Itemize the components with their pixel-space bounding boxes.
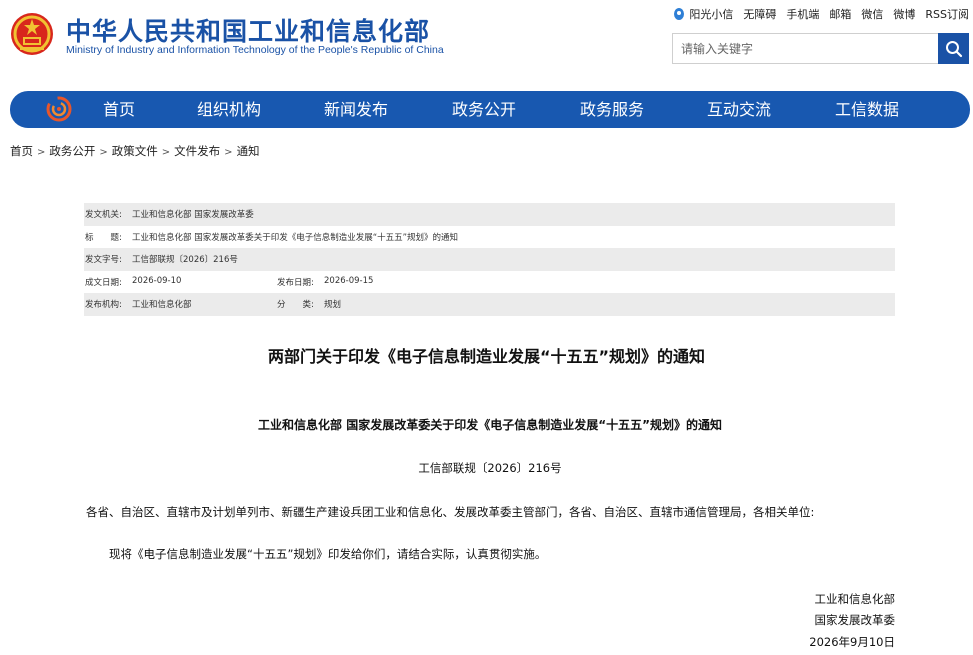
meta-label: 发布机构: — [85, 300, 122, 311]
meta-label: 成文日期: — [85, 277, 122, 288]
meta-value: 2026-09-15 — [324, 275, 374, 286]
top-link-sunshine[interactable]: 阳光小信 — [673, 6, 733, 22]
nav-item-organization[interactable]: 组织机构 — [197, 91, 261, 128]
meta-value: 工业和信息化部 国家发展改革委 — [132, 210, 254, 221]
top-links: 阳光小信 无障碍 手机端 邮箱 微信 微博 RSS订阅 — [663, 6, 969, 22]
meta-row-issuer: 发文机关: 工业和信息化部 国家发展改革委 — [84, 203, 895, 226]
meta-row-dates: 成文日期: 2026-09-10 发布日期: 2026-09-15 — [84, 271, 895, 294]
breadcrumb-separator: > — [161, 147, 171, 158]
top-link-wechat[interactable]: 微信 — [861, 6, 883, 22]
signature-ndrc: 国家发展改革委 — [814, 613, 896, 627]
meta-label: 发布日期: — [277, 277, 314, 288]
site-header: 中华人民共和国工业和信息化部 Ministry of Industry and … — [0, 0, 973, 82]
breadcrumb-separator: > — [37, 147, 46, 158]
document-number: 工信部联规〔2026〕216号 — [418, 461, 562, 475]
search-button[interactable] — [938, 33, 969, 64]
meta-value: 工信部联规〔2026〕216号 — [132, 255, 238, 266]
ministry-logo-icon — [46, 96, 72, 122]
nav-item-interaction[interactable]: 互动交流 — [707, 91, 771, 128]
meta-row-doc-no: 发文字号: 工信部联规〔2026〕216号 — [84, 248, 895, 271]
meta-cell: 发布日期: 2026-09-15 — [277, 276, 373, 288]
site-title[interactable]: 中华人民共和国工业和信息化部 — [66, 12, 430, 48]
top-link-mobile[interactable]: 手机端 — [786, 6, 819, 22]
main-nav: 首页 组织机构 新闻发布 政务公开 政务服务 互动交流 工信数据 — [10, 91, 970, 128]
article-title: 两部门关于印发《电子信息制造业发展“十五五”规划》的通知 — [267, 347, 706, 366]
breadcrumb-separator: > — [99, 147, 108, 158]
breadcrumb-item-affairs[interactable]: 政务公开 — [49, 144, 95, 158]
national-emblem-icon — [11, 13, 53, 55]
breadcrumb-separator: > — [224, 147, 233, 158]
meta-cell: 发布机构: 工业和信息化部 — [85, 298, 277, 310]
signature-ministry: 工业和信息化部 — [814, 592, 896, 606]
breadcrumb-item-home[interactable]: 首页 — [10, 144, 33, 158]
breadcrumb-item-notice[interactable]: 通知 — [237, 144, 260, 158]
meta-value: 工业和信息化部 国家发展改革委关于印发《电子信息制造业发展“十五五”规划》的通知 — [132, 232, 459, 243]
site-subtitle: Ministry of Industry and Information Tec… — [66, 44, 444, 56]
meta-row-title: 标 题: 工业和信息化部 国家发展改革委关于印发《电子信息制造业发展“十五五”规… — [84, 226, 895, 249]
top-link-accessibility[interactable]: 无障碍 — [743, 6, 776, 22]
nav-item-news[interactable]: 新闻发布 — [324, 91, 388, 128]
top-link-label: 阳光小信 — [689, 8, 734, 21]
nav-item-government-affairs[interactable]: 政务公开 — [452, 91, 516, 128]
document-meta-table: 发文机关: 工业和信息化部 国家发展改革委 标 题: 工业和信息化部 国家发展改… — [84, 203, 895, 316]
search-input[interactable] — [673, 34, 933, 63]
nav-item-home[interactable]: 首页 — [103, 91, 135, 128]
meta-value: 工业和信息化部 — [132, 300, 192, 311]
addressee-paragraph: 各省、自治区、直辖市及计划单列市、新疆生产建设兵团工业和信息化、发展改革委主管部… — [86, 505, 815, 519]
meta-cell: 成文日期: 2026-09-10 — [85, 276, 277, 288]
search-box — [672, 33, 969, 64]
meta-label: 标 题: — [85, 232, 122, 243]
document-heading: 工业和信息化部 国家发展改革委关于印发《电子信息制造业发展“十五五”规划》的通知 — [258, 418, 722, 432]
meta-label: 发文机关: — [85, 210, 122, 221]
sunshine-icon — [674, 8, 685, 20]
breadcrumb-item-policy[interactable]: 政策文件 — [112, 144, 158, 158]
meta-row-agency: 发布机构: 工业和信息化部 分 类: 规划 — [84, 293, 895, 316]
top-link-rss[interactable]: RSS订阅 — [925, 6, 969, 22]
meta-label: 发文字号: — [85, 255, 122, 266]
top-link-mail[interactable]: 邮箱 — [829, 6, 851, 22]
meta-value: 规划 — [324, 300, 342, 311]
meta-cell: 分 类: 规划 — [277, 298, 341, 310]
breadcrumb-item-documents[interactable]: 文件发布 — [174, 144, 220, 158]
meta-value: 2026-09-10 — [132, 275, 182, 286]
breadcrumb: 首页 > 政务公开 > 政策文件 > 文件发布 > 通知 — [10, 143, 260, 159]
search-icon — [945, 40, 962, 57]
signature-date: 2026年9月10日 — [809, 635, 895, 649]
top-link-weibo[interactable]: 微博 — [893, 6, 915, 22]
nav-item-data[interactable]: 工信数据 — [835, 91, 899, 128]
nav-item-government-services[interactable]: 政务服务 — [580, 91, 644, 128]
meta-label: 分 类: — [277, 300, 314, 311]
body-paragraph: 现将《电子信息制造业发展“十五五”规划》印发给你们，请结合实际，认真贯彻实施。 — [109, 547, 547, 561]
